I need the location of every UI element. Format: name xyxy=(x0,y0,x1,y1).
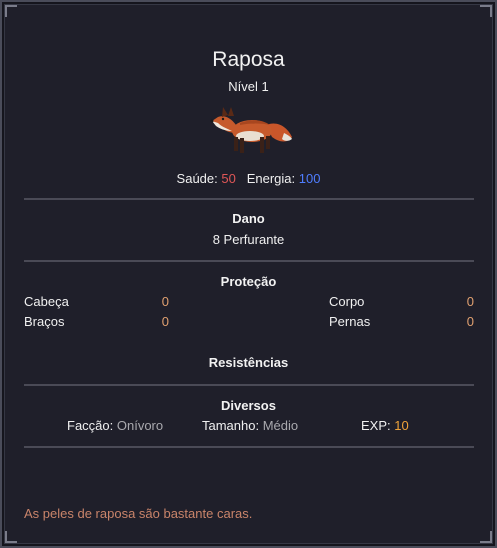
section-divider xyxy=(24,260,474,262)
resistances-heading: Resistências xyxy=(208,355,289,370)
creature-level: Nível 1 xyxy=(228,79,269,94)
health-label: Saúde: xyxy=(176,171,218,186)
panel-corner-ornament xyxy=(5,531,17,543)
protection-head-label: Cabeça xyxy=(24,294,69,309)
protection-arms-value: 0 xyxy=(161,314,169,329)
panel-corner-ornament xyxy=(5,5,17,17)
protection-arms-label: Braços xyxy=(24,314,65,329)
damage-value: 8 Perfurante xyxy=(212,232,285,247)
protection-legs-label: Pernas xyxy=(329,314,371,329)
misc-heading: Diversos xyxy=(221,398,276,413)
size-label: Tamanho: xyxy=(202,418,260,433)
protection-body-label: Corpo xyxy=(329,294,365,309)
section-divider xyxy=(24,446,474,448)
size-stat: Tamanho: Médio xyxy=(202,418,298,433)
creature-description: As peles de raposa são bastante caras. xyxy=(24,506,253,521)
protection-body-value: 0 xyxy=(466,294,474,309)
energy-value: 100 xyxy=(298,171,321,186)
faction-stat: Facção: Onívoro xyxy=(67,418,163,433)
protection-head-value: 0 xyxy=(161,294,169,309)
fox-sprite-icon xyxy=(210,107,292,153)
panel-corner-ornament xyxy=(480,531,492,543)
exp-value: 10 xyxy=(394,418,409,433)
protection-heading: Proteção xyxy=(220,274,277,289)
faction-label: Facção: xyxy=(67,418,114,433)
exp-label: EXP: xyxy=(361,418,391,433)
section-divider xyxy=(24,384,474,386)
faction-value: Onívoro xyxy=(116,418,164,433)
vital-stats: Saúde: 50 Energia: 100 xyxy=(0,171,497,186)
protection-legs-value: 0 xyxy=(466,314,474,329)
panel-corner-ornament xyxy=(480,5,492,17)
health-value: 50 xyxy=(221,171,236,186)
damage-heading: Dano xyxy=(232,211,265,226)
energy-label: Energia: xyxy=(246,171,296,186)
size-value: Médio xyxy=(262,418,299,433)
creature-name: Raposa xyxy=(212,48,285,71)
exp-stat: EXP: 10 xyxy=(361,418,409,433)
section-divider xyxy=(24,198,474,200)
